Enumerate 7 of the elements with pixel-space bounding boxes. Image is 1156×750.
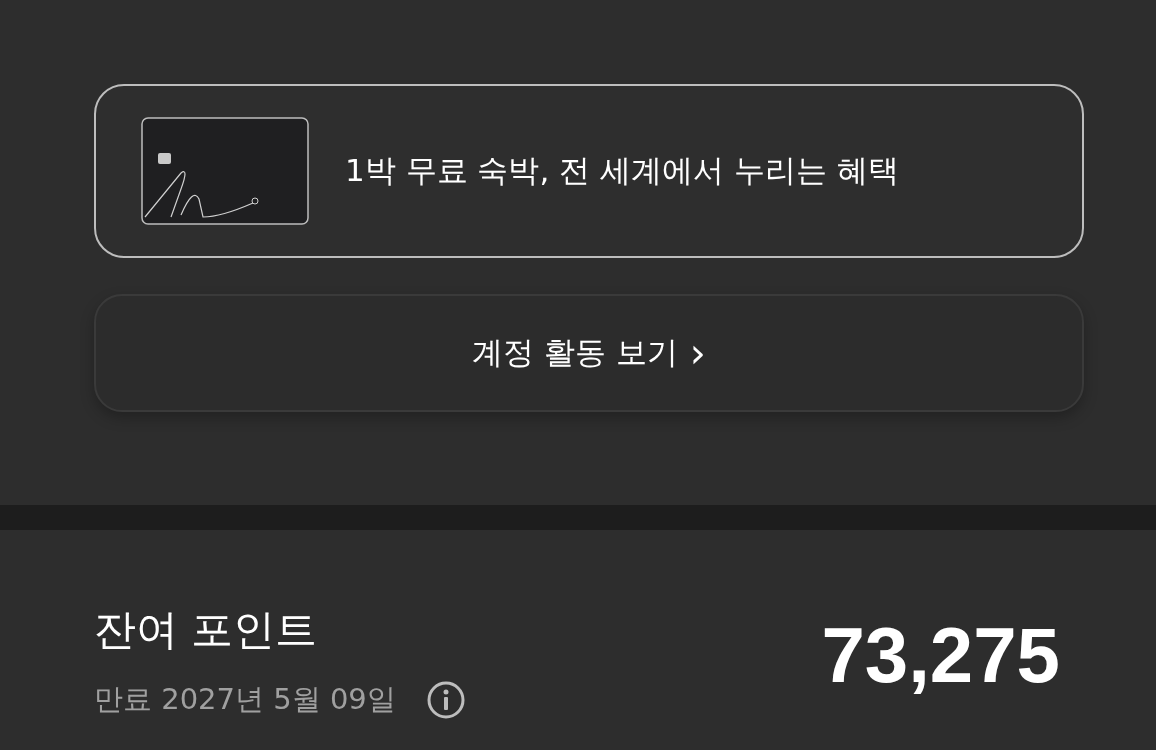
expiry-date: 만료 2027년 5월 09일 <box>94 681 396 718</box>
benefit-text: 1박 무료 숙박, 전 세계에서 누리는 혜택 <box>345 151 899 190</box>
benefit-card[interactable]: 1박 무료 숙박, 전 세계에서 누리는 혜택 <box>94 84 1084 258</box>
points-value: 73,275 <box>821 610 1060 701</box>
account-activity-button[interactable]: 계정 활동 보기 › <box>94 294 1084 412</box>
points-label: 잔여 포인트 <box>94 604 319 656</box>
info-icon[interactable] <box>425 680 466 720</box>
